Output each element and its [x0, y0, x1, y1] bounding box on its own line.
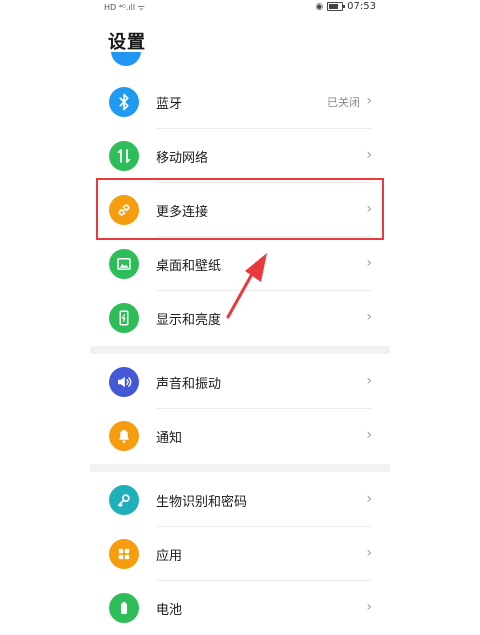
section-separator: [90, 464, 390, 472]
status-bar: HD ⁴ᴳ.ıll ᯤ ◉ 07:53: [0, 0, 480, 14]
chevron-right-icon: ›: [366, 427, 372, 443]
chevron-right-icon: ›: [366, 373, 372, 389]
battery-status-icon: [327, 2, 346, 11]
settings-row-label: 电池: [156, 603, 183, 618]
settings-row-sound[interactable]: 声音和振动 ›: [90, 355, 390, 409]
settings-row-notifications[interactable]: 通知 ›: [90, 409, 390, 463]
section-separator: [90, 346, 390, 354]
sound-icon: [109, 367, 139, 397]
chevron-right-icon: ›: [366, 255, 372, 271]
wallpaper-icon: [109, 249, 139, 279]
settings-row-label: 声音和振动: [156, 377, 222, 392]
settings-row-mobile-network[interactable]: 移动网络 ›: [90, 129, 390, 183]
bluetooth-icon: [109, 87, 139, 117]
key-icon: [109, 485, 139, 515]
settings-row-apps[interactable]: 应用 ›: [90, 527, 390, 581]
settings-row-label: 通知: [156, 431, 183, 446]
clock: 07:53: [347, 1, 376, 12]
settings-row-label: 蓝牙: [156, 97, 183, 112]
chevron-right-icon: ›: [366, 309, 372, 325]
eye-icon: ◉: [315, 1, 324, 12]
chevron-right-icon: ›: [366, 491, 372, 507]
signal-status-text: HD ⁴ᴳ.ıll ᯤ: [104, 3, 145, 12]
mobile-network-icon: [109, 141, 139, 171]
chevron-right-icon: ›: [366, 545, 372, 561]
settings-row-wallpaper[interactable]: 桌面和壁纸 ›: [90, 237, 390, 291]
partial-wifi-icon: [111, 52, 141, 66]
bluetooth-status-value: 已关闭: [327, 96, 360, 109]
battery-icon: [109, 593, 139, 623]
page-title: 设置: [108, 32, 146, 53]
status-right: ◉ 07:53: [315, 1, 376, 12]
settings-row-biometrics[interactable]: 生物识别和密码 ›: [90, 473, 390, 527]
notification-icon: [109, 421, 139, 451]
settings-row-battery[interactable]: 电池 ›: [90, 581, 390, 635]
apps-icon: [109, 539, 139, 569]
settings-row-label: 显示和亮度: [156, 313, 222, 328]
settings-row-label: 应用: [156, 549, 183, 564]
settings-row-label: 移动网络: [156, 151, 209, 166]
chevron-right-icon: ›: [366, 599, 372, 615]
settings-row-bluetooth[interactable]: 蓝牙 已关闭 ›: [90, 75, 390, 129]
settings-row-label: 桌面和壁纸: [156, 259, 222, 274]
settings-row-label: 生物识别和密码: [156, 495, 248, 510]
display-icon: [109, 303, 139, 333]
chevron-right-icon: ›: [366, 93, 372, 109]
annotation-highlight-box: [96, 178, 384, 240]
settings-row-display[interactable]: 显示和亮度 ›: [90, 291, 390, 345]
chevron-right-icon: ›: [366, 147, 372, 163]
signal-indicators: HD ⁴ᴳ.ıll ᯤ: [104, 2, 145, 13]
